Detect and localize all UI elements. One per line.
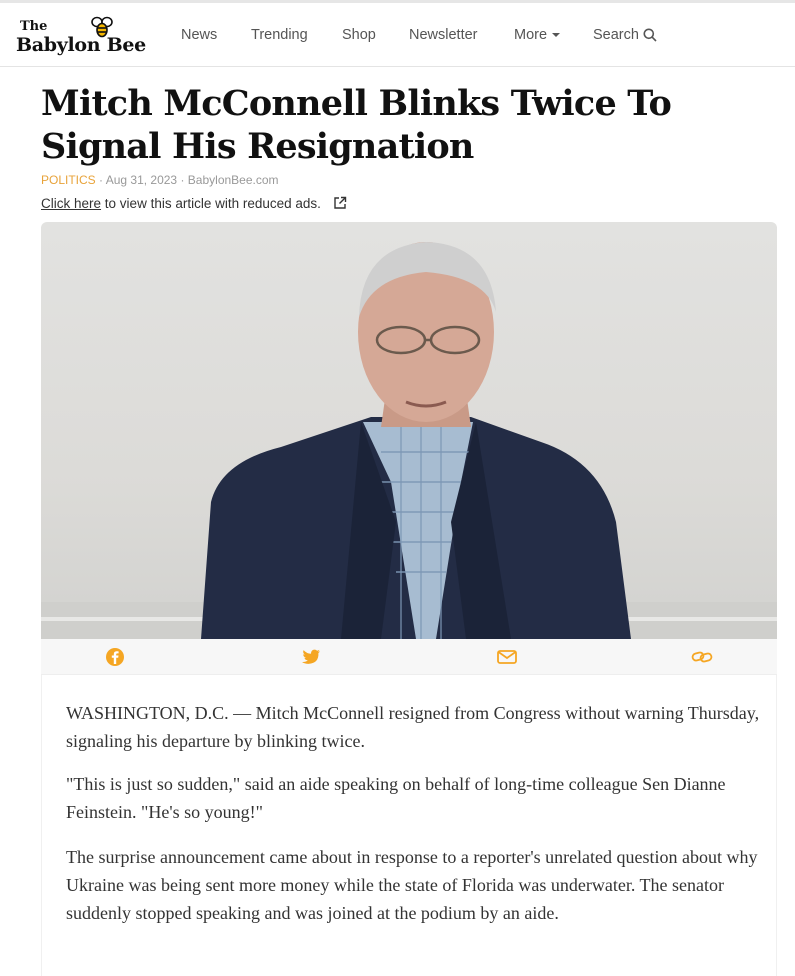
search-icon: [643, 28, 657, 42]
article-date: Aug 31, 2023: [105, 173, 178, 187]
external-link-icon[interactable]: [333, 196, 347, 210]
article-title: Mitch McConnell Blinks Twice To Signal H…: [41, 82, 771, 168]
article-title-line2: Signal His Resignation: [41, 126, 474, 167]
caret-down-icon: [552, 33, 561, 38]
nav-more-label: More: [514, 27, 548, 43]
nav-search[interactable]: Search: [593, 27, 657, 43]
reduced-ads-notice: Click here to view this article with red…: [41, 196, 347, 211]
article-paragraph: "This is just so sudden," said an aide s…: [66, 774, 726, 822]
site-header: The Babylon Bee News Trending Shop Newsl…: [0, 3, 795, 67]
article-paragraph: WASHINGTON, D.C. — Mitch McConnell resig…: [66, 703, 760, 751]
article-category[interactable]: POLITICS: [41, 173, 96, 187]
nav-search-label: Search: [593, 27, 639, 43]
article-body: WASHINGTON, D.C. — Mitch McConnell resig…: [41, 675, 777, 976]
reduced-ads-link[interactable]: Click here: [41, 196, 101, 211]
nav-news[interactable]: News: [181, 27, 217, 43]
email-icon[interactable]: [496, 647, 518, 667]
nav-shop[interactable]: Shop: [342, 27, 376, 43]
article-image: [41, 222, 777, 639]
meta-separator: ·: [99, 173, 106, 187]
article-paragraph: The surprise announcement came about in …: [66, 847, 758, 923]
article-source: BabylonBee.com: [187, 173, 279, 187]
nav-more[interactable]: More: [514, 27, 561, 43]
link-icon[interactable]: [691, 647, 713, 667]
logo-name: Babylon Bee: [16, 34, 146, 56]
article-meta: POLITICS · Aug 31, 2023 · BabylonBee.com: [41, 173, 279, 187]
site-logo[interactable]: The Babylon Bee: [16, 15, 151, 59]
nav-trending[interactable]: Trending: [251, 27, 308, 43]
article-title-line1: Mitch McConnell Blinks Twice To: [41, 83, 672, 124]
logo-the: The: [20, 19, 48, 34]
photo-illustration: [41, 242, 777, 639]
nav-newsletter[interactable]: Newsletter: [409, 27, 478, 43]
meta-separator: ·: [180, 173, 188, 187]
reduced-ads-text: to view this article with reduced ads.: [104, 196, 321, 211]
facebook-icon[interactable]: [104, 647, 126, 667]
twitter-icon[interactable]: [300, 647, 322, 667]
share-bar: [41, 639, 777, 675]
